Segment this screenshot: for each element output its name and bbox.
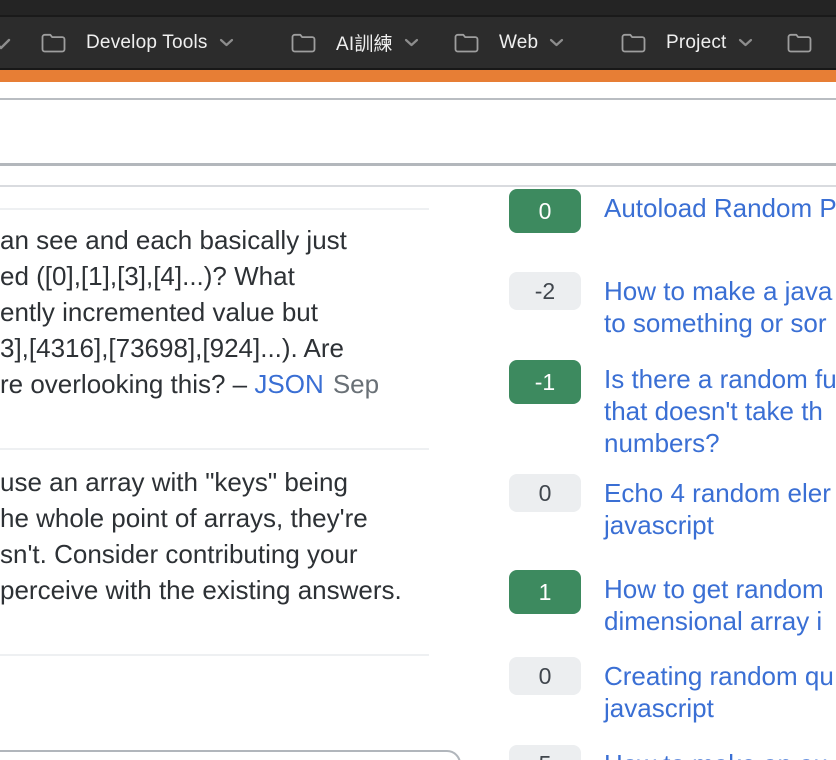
comment-text: 3],[4316],[73698],[924]...). Are — [0, 330, 429, 366]
comment-separator — [0, 208, 429, 210]
comment-text: use an array with "keys" being — [0, 464, 429, 500]
comment-text: ed ([0],[1],[3],[4]...)? What — [0, 258, 429, 294]
chevron-down-icon — [549, 38, 564, 47]
related-question[interactable]: 0 Creating random qu javascript — [509, 657, 834, 724]
add-comment-input[interactable] — [0, 750, 461, 760]
comment: use an array with "keys" being he whole … — [0, 464, 429, 608]
related-question[interactable]: -2 How to make a java to something or so… — [509, 272, 832, 339]
question-title-link[interactable]: How to make a java to something or sor — [604, 275, 832, 339]
comments-column: an see and each basically just ed ([0],[… — [0, 0, 429, 760]
vote-count-badge: 1 — [509, 570, 581, 614]
related-question[interactable]: 0 Echo 4 random eler javascript — [509, 474, 831, 541]
question-title-link[interactable]: Echo 4 random eler javascript — [604, 477, 831, 541]
browser-window: Develop Tools AI訓練 Web Project — [0, 0, 836, 760]
related-question[interactable]: -1 Is there a random fu that doesn't tak… — [509, 360, 836, 459]
vote-count-badge: 5 — [509, 745, 581, 760]
comment-separator — [0, 448, 429, 450]
comment-author-link[interactable]: JSON — [254, 369, 323, 399]
question-title-link[interactable]: Creating random qu javascript — [604, 660, 834, 724]
chevron-down-icon — [738, 38, 753, 47]
comment-timestamp: Sep — [333, 369, 379, 399]
folder-icon — [620, 32, 647, 54]
folder-icon — [786, 32, 813, 54]
related-question[interactable]: 1 How to get random dimensional array i — [509, 570, 824, 637]
bookmark-label: Project — [666, 32, 727, 54]
folder-icon — [453, 32, 480, 54]
vote-count-badge: 0 — [509, 657, 581, 695]
comment-text-fragment: re overlooking this? – — [0, 369, 254, 399]
bookmark-label: Web — [499, 32, 538, 54]
comment-text: sn't. Consider contributing your — [0, 536, 429, 572]
vote-count-badge: 0 — [509, 189, 581, 233]
question-title-link[interactable]: How to make an au — [604, 748, 828, 760]
bookmark-folder-project[interactable]: Project — [620, 17, 753, 68]
bookmark-folder-web[interactable]: Web — [453, 17, 564, 68]
comment-text: ently incremented value but — [0, 294, 429, 330]
vote-count-badge: -2 — [509, 272, 581, 310]
related-questions-list: 0 Autoload Random P -2 How to make a jav… — [509, 189, 836, 760]
question-title-link[interactable]: Autoload Random P — [604, 192, 836, 224]
vote-count-badge: -1 — [509, 360, 581, 404]
comment-text: he whole point of arrays, they're — [0, 500, 429, 536]
vote-count-badge: 0 — [509, 474, 581, 512]
comment-text: re overlooking this? – JSON Sep — [0, 366, 429, 402]
related-question[interactable]: 0 Autoload Random P — [509, 189, 836, 233]
comment: an see and each basically just ed ([0],[… — [0, 222, 429, 402]
bookmark-folder-partial[interactable] — [786, 17, 832, 68]
question-title-link[interactable]: Is there a random fu that doesn't take t… — [604, 363, 836, 459]
comment-text: an see and each basically just — [0, 222, 429, 258]
related-question[interactable]: 5 How to make an au — [509, 745, 828, 760]
question-title-link[interactable]: How to get random dimensional array i — [604, 573, 824, 637]
comment-separator — [0, 654, 429, 656]
comment-text: perceive with the existing answers. — [0, 572, 429, 608]
